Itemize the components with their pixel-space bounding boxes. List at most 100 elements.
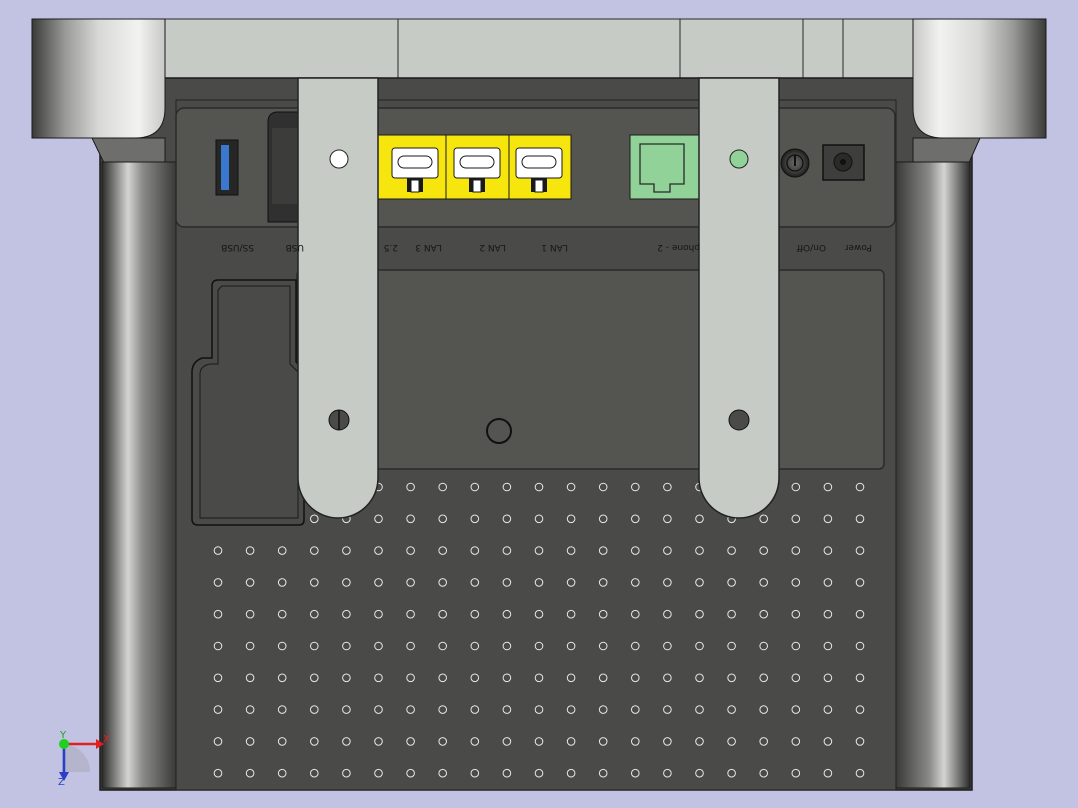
vent-hole xyxy=(502,482,512,492)
vent-hole xyxy=(438,705,448,714)
vent-hole xyxy=(502,641,512,651)
vent-hole xyxy=(213,641,223,651)
vent-hole xyxy=(438,546,448,555)
vent-hole xyxy=(406,482,415,492)
vent-hole xyxy=(566,609,576,619)
vent-hole xyxy=(631,482,640,492)
vent-hole xyxy=(695,768,704,778)
vent-hole xyxy=(695,737,704,746)
vent-hole xyxy=(502,546,512,555)
vent-hole xyxy=(823,609,833,619)
vent-hole xyxy=(727,737,736,746)
vent-hole xyxy=(502,609,512,619)
vent-hole xyxy=(631,673,640,683)
vent-hole xyxy=(470,673,480,683)
vent-hole xyxy=(406,673,415,683)
vent-hole xyxy=(213,609,223,619)
vent-hole xyxy=(374,546,383,555)
vent-hole xyxy=(759,514,769,524)
vent-hole xyxy=(855,768,865,778)
vent-hole xyxy=(695,673,704,683)
vent-hole xyxy=(823,482,833,492)
label-ss-usb: SS/USB xyxy=(221,242,254,252)
vent-hole xyxy=(534,737,544,746)
axis-y-label: Y xyxy=(60,730,67,741)
vent-hole xyxy=(598,546,608,555)
vent-hole xyxy=(631,578,640,587)
vent-hole xyxy=(759,673,769,683)
vent-hole xyxy=(470,514,480,524)
vent-hole xyxy=(631,641,640,651)
vent-hole xyxy=(470,546,480,555)
vent-hole xyxy=(695,546,704,555)
vent-hole xyxy=(374,514,383,524)
vent-hole xyxy=(470,768,480,778)
vent-hole xyxy=(310,705,319,714)
vent-hole xyxy=(406,737,415,746)
label-usb: USB xyxy=(285,242,304,252)
vent-hole xyxy=(791,514,801,524)
vent-hole xyxy=(663,641,672,651)
vent-hole xyxy=(823,705,833,714)
vent-hole xyxy=(502,768,512,778)
vent-hole xyxy=(342,609,351,619)
vent-hole xyxy=(727,578,736,587)
vent-hole xyxy=(502,673,512,683)
vent-hole xyxy=(695,578,704,587)
vent-hole xyxy=(727,705,736,714)
vent-hole xyxy=(791,737,801,746)
vent-hole xyxy=(245,641,255,651)
vent-hole xyxy=(695,641,704,651)
vent-hole xyxy=(663,578,672,587)
vent-hole xyxy=(759,768,769,778)
vent-hole xyxy=(342,768,351,778)
vent-hole xyxy=(631,514,640,524)
vent-hole xyxy=(438,768,448,778)
vent-hole xyxy=(406,546,415,555)
vent-hole xyxy=(855,546,865,555)
vent-hole xyxy=(855,482,865,492)
left-top-cap xyxy=(31,18,166,139)
left-column xyxy=(101,161,177,789)
vent-hole xyxy=(310,546,319,555)
vent-hole xyxy=(598,737,608,746)
label-power: Power xyxy=(844,242,872,252)
left-shoulder xyxy=(91,137,166,166)
vent-hole xyxy=(470,482,480,492)
vent-hole xyxy=(791,609,801,619)
vent-hole xyxy=(791,641,801,651)
vent-hole xyxy=(727,546,736,555)
vent-hole xyxy=(566,737,576,746)
vent-hole xyxy=(631,737,640,746)
vent-hole xyxy=(245,578,255,587)
vent-hole xyxy=(855,705,865,714)
vent-hole xyxy=(406,514,415,524)
vent-hole xyxy=(277,705,287,714)
vent-hole xyxy=(342,546,351,555)
vent-hole xyxy=(727,641,736,651)
vent-hole xyxy=(374,768,383,778)
vent-hole xyxy=(277,578,287,587)
vent-hole xyxy=(213,768,223,778)
vent-hole xyxy=(277,768,287,778)
vent-hole xyxy=(310,737,319,746)
label-lan3: LAN 3 xyxy=(415,242,442,252)
vent-hole xyxy=(277,641,287,651)
vent-hole xyxy=(566,641,576,651)
vent-hole xyxy=(598,578,608,587)
vent-hole xyxy=(566,546,576,555)
vent-hole xyxy=(470,737,480,746)
left-antenna xyxy=(297,77,379,519)
vent-hole xyxy=(598,514,608,524)
vent-hole xyxy=(566,514,576,524)
vent-hole xyxy=(823,514,833,524)
vent-hole xyxy=(534,546,544,555)
vent-hole xyxy=(470,609,480,619)
vent-hole xyxy=(823,673,833,683)
vent-hole xyxy=(310,641,319,651)
vent-hole xyxy=(695,609,704,619)
vent-hole xyxy=(245,705,255,714)
vent-hole xyxy=(855,578,865,587)
vent-hole xyxy=(310,768,319,778)
vent-hole xyxy=(213,673,223,683)
